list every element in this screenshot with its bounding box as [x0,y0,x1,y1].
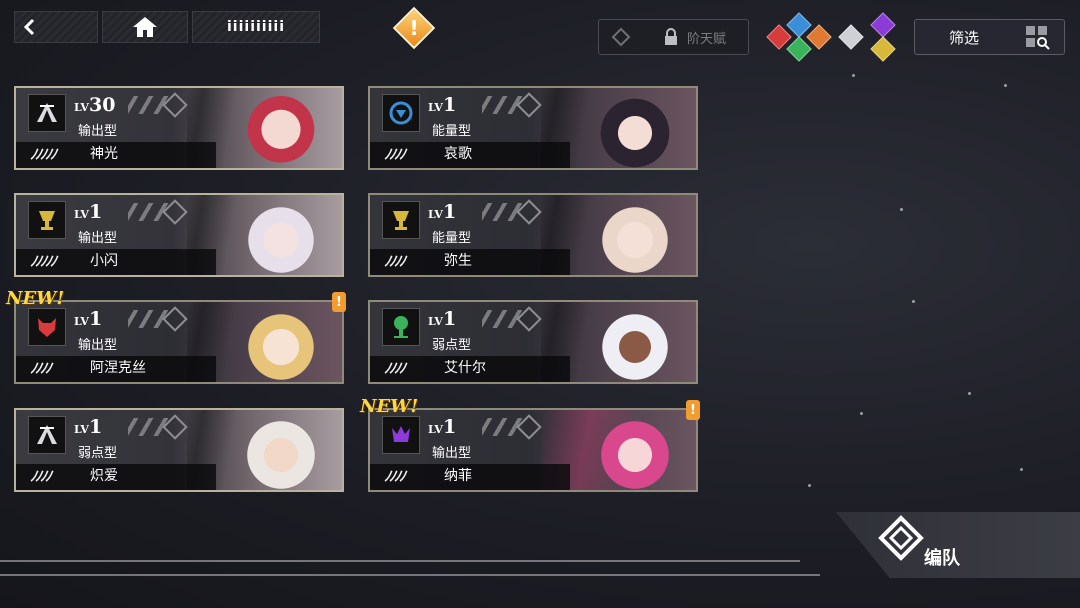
notification-badge[interactable]: ! [392,6,436,50]
alert-badge: ! [332,292,346,312]
wolf-icon [28,308,66,346]
alert-glyph: ! [409,16,419,40]
role-label: 能量型 [432,124,472,139]
character-card[interactable]: LV1 输出型 ﾉﾉﾉﾉ 纳菲 [368,408,698,492]
lock-icon [665,28,677,45]
character-card[interactable]: LV1 弱点型 ﾉﾉﾉﾉ 艾什尔 [368,300,698,384]
level-prefix: LV [428,315,443,328]
role-label: 弱点型 [78,446,118,461]
level-prefix: LV [428,423,443,436]
wing-icon [28,94,66,132]
new-badge: NEW! [360,396,419,417]
home-button[interactable] [102,11,188,43]
bg-star [852,74,855,77]
level-value: 1 [442,416,457,438]
divider-line [0,560,800,562]
role-label: 弱点型 [432,338,472,353]
bg-star [912,300,915,303]
filter-button[interactable]: 筛选 [914,19,1065,55]
role-label: 能量型 [432,231,472,246]
bg-star [900,208,903,211]
level-value: 1 [442,308,457,330]
star-rating: ﾉﾉﾉﾉ [30,469,52,485]
role-label: 输出型 [432,446,472,461]
character-card[interactable]: LV30 输出型 ﾉﾉﾉﾉﾉ 神光 [14,86,344,170]
alert-badge: ! [686,400,700,420]
level-prefix: LV [428,208,443,221]
faction-green-icon[interactable] [786,36,812,62]
character-name: 艾什尔 [444,360,486,376]
character-card[interactable]: LV1 弱点型 ﾉﾉﾉﾉ 炽爱 [14,408,344,492]
star-rating: ﾉﾉﾉﾉ [30,361,52,377]
character-card[interactable]: LV1 能量型 ﾉﾉﾉﾉ 弥生 [368,193,698,277]
character-name: 小闪 [90,253,118,269]
faction-filter-group[interactable] [764,12,914,62]
level-value: 1 [88,201,103,223]
talent-label: 阶天赋 [687,31,727,47]
star-rating: ﾉﾉﾉﾉ [384,254,406,270]
level-value: 30 [88,94,116,116]
bg-star [1020,468,1023,471]
wing-icon [28,416,66,454]
diamond-outline-icon [611,27,631,47]
level-prefix: LV [74,315,89,328]
chalice-icon [382,201,420,239]
star-rating: ﾉﾉﾉﾉ [384,469,406,485]
character-name: 阿涅克丝 [90,360,146,376]
faction-white-icon[interactable] [838,24,864,50]
home-icon [133,17,157,37]
bg-star [860,412,863,415]
role-label: 输出型 [78,338,118,353]
character-card[interactable]: LV1 输出型 ﾉﾉﾉﾉ 阿涅克丝 [14,300,344,384]
level-value: 1 [88,416,103,438]
character-name: 炽爱 [90,468,118,484]
talent-button[interactable]: 阶天赋 [598,19,749,55]
level-prefix: LV [74,208,89,221]
star-rating: ﾉﾉﾉﾉ [384,147,406,163]
knot-icon [878,515,924,561]
bg-star [1004,84,1007,87]
level-value: 1 [442,94,457,116]
faction-orange-icon[interactable] [806,24,832,50]
filter-label: 筛选 [949,28,980,47]
faction-gold-icon[interactable] [870,36,896,62]
player-name-button[interactable]: iiiiiiiiii [192,11,320,43]
character-name: 弥生 [444,253,472,269]
chalice-icon [28,201,66,239]
character-name: 哀歌 [444,146,472,162]
level-prefix: LV [74,101,89,114]
tree-icon [382,308,420,346]
player-name: iiiiiiiiii [227,19,285,35]
character-card[interactable]: LV1 输出型 ﾉﾉﾉﾉﾉ 小闪 [14,193,344,277]
character-name: 纳菲 [444,468,472,484]
arrow-left-icon [23,18,35,36]
crown-icon [382,416,420,454]
faction-purple-icon[interactable] [870,12,896,38]
role-label: 输出型 [78,231,118,246]
character-name: 神光 [90,146,118,162]
new-badge: NEW! [6,288,65,309]
star-rating: ﾉﾉﾉﾉﾉ [30,254,57,270]
divider-line [0,574,820,576]
character-card[interactable]: LV1 能量型 ﾉﾉﾉﾉ 哀歌 [368,86,698,170]
bg-star [968,392,971,395]
level-value: 1 [442,201,457,223]
level-prefix: LV [428,101,443,114]
grid-search-icon [1026,26,1050,50]
role-label: 输出型 [78,124,118,139]
shield-icon [382,94,420,132]
level-prefix: LV [74,423,89,436]
back-button[interactable] [14,11,98,43]
level-value: 1 [88,308,103,330]
bg-star [808,484,811,487]
star-rating: ﾉﾉﾉﾉﾉ [30,147,57,163]
star-rating: ﾉﾉﾉﾉ [384,361,406,377]
team-label[interactable]: 编队 [924,544,960,570]
